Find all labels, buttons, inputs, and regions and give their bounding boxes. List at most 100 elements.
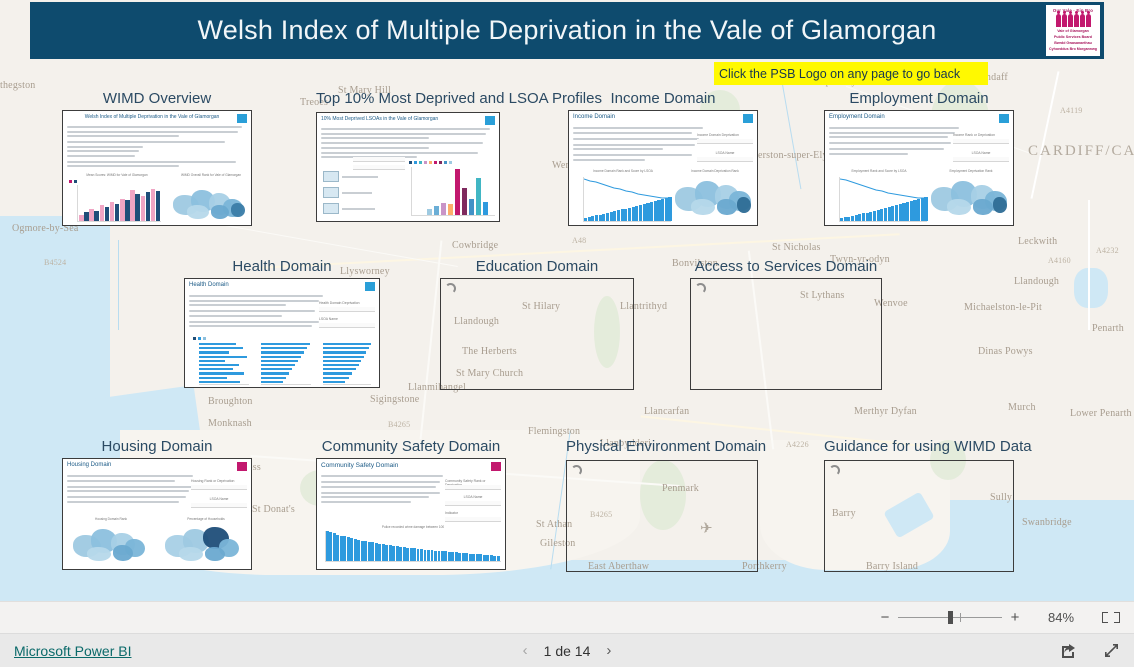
zoom-slider-thumb[interactable]: [947, 611, 953, 624]
mini-logo-icon: [999, 114, 1009, 123]
profile-map-icon: [323, 203, 339, 214]
mini-dropdown[interactable]: [319, 323, 375, 328]
mini-text-line: [67, 496, 186, 498]
mini-dropdown[interactable]: [953, 157, 1009, 162]
tile-thumbnail[interactable]: Income Domain Income Domain Deprivation …: [568, 110, 758, 226]
mini-text-line: [573, 127, 703, 129]
tile-thumbnail[interactable]: Community Safety Domain Community Safety…: [316, 458, 506, 570]
mini-logo-icon: [237, 462, 247, 471]
mini-dropdown[interactable]: [353, 157, 405, 162]
profile-label: [342, 175, 378, 178]
zoom-slider[interactable]: [898, 611, 1002, 624]
choropleth-map: [929, 177, 1011, 221]
list-item[interactable]: [323, 171, 378, 182]
mini-text-line: [321, 485, 437, 488]
power-bi-report-viewer: ✈ CARDIFF/CAERDYDDthegstonOgmore-by-SeaS…: [0, 0, 1134, 667]
mini-text-line: [573, 131, 692, 134]
tile-thumbnail[interactable]: Welsh Index of Multiple Deprivation in t…: [62, 110, 252, 226]
income-bar-chart: [584, 197, 672, 221]
callout-text: Click the PSB Logo on any page to go bac…: [719, 66, 961, 81]
psb-logo-figures: [1055, 11, 1091, 27]
tile-title: Physical Environment Domain: [566, 438, 767, 455]
mini-report: Community Safety Domain Community Safety…: [317, 459, 505, 569]
mini-dropdown[interactable]: [191, 503, 247, 508]
share-icon[interactable]: [1060, 642, 1077, 659]
mini-text-line: [189, 320, 320, 323]
psb-logo[interactable]: Our Vale · Ein Bro Vale of Glamorgan Pub…: [1046, 5, 1100, 56]
map-label: Broughton: [208, 396, 253, 407]
mini-dropdown[interactable]: [953, 139, 1009, 144]
mini-dropdown[interactable]: [697, 157, 753, 162]
mini-text-line: [67, 475, 193, 477]
map-label: A4226: [786, 440, 809, 449]
mini-report: 10% Most Deprived LSOAs in the Vale of G…: [317, 113, 499, 221]
mini-text-line: [321, 151, 478, 154]
mini-report-title: Income Domain: [573, 114, 616, 120]
tile-title: Guidance for using WIMD Data: [824, 438, 1032, 455]
report-canvas[interactable]: ✈ CARDIFF/CAERDYDDthegstonOgmore-by-SeaS…: [0, 0, 1134, 601]
zoom-percentage: 84%: [1047, 610, 1075, 625]
mini-dropdown[interactable]: [191, 485, 247, 490]
cardiff-bay-water: [1074, 268, 1108, 308]
next-page-button[interactable]: ›: [606, 642, 611, 659]
page-title: Welsh Index of Multiple Deprivation in t…: [197, 15, 937, 45]
zoom-out-button[interactable]: −: [876, 610, 894, 625]
mini-dropdown[interactable]: [445, 501, 501, 506]
mini-map-title: Employment Deprivation Rank: [949, 169, 993, 173]
psb-logo-line-2: Public Services Board: [1054, 34, 1092, 39]
mini-dropdown[interactable]: [445, 485, 501, 490]
road-local-1: [419, 240, 443, 440]
chart-y-axis: [77, 185, 78, 221]
mini-text-line: [829, 131, 955, 134]
report-header: Welsh Index of Multiple Deprivation in t…: [30, 2, 1104, 59]
map-label: thegston: [0, 80, 36, 91]
mini-chart-legend: [193, 337, 206, 340]
page-navigation: ‹ 1 de 14 ›: [523, 642, 612, 659]
choropleth-map: [171, 187, 249, 221]
mini-dropdown-label: LSOA Name: [715, 151, 735, 155]
mini-map-title: Percentage of Households: [187, 517, 225, 521]
map-label: Murch: [1008, 402, 1036, 413]
mini-dropdown-label: Income Domain Deprivation: [697, 133, 739, 137]
tile-thumbnail[interactable]: [690, 278, 882, 390]
tile-thumbnail[interactable]: [824, 460, 1014, 572]
fullscreen-icon[interactable]: [1103, 642, 1120, 659]
loading-spinner-icon: [571, 465, 582, 476]
map-label: Merthyr Dyfan: [854, 406, 917, 417]
mini-report-title: Community Safety Domain: [321, 462, 399, 469]
road-a4232: [1088, 200, 1090, 330]
chart-x-axis: [839, 221, 927, 222]
mini-dropdown[interactable]: [353, 165, 405, 170]
tile-thumbnail[interactable]: Employment Domain Income Rank or Depriva…: [824, 110, 1014, 226]
zoom-in-button[interactable]: +: [1006, 610, 1024, 625]
tile-thumbnail[interactable]: Housing Domain Housing Rank or Deprivati…: [62, 458, 252, 570]
mini-map-title: WIMD Overall Rank for Vale of Glamorgan: [181, 173, 241, 177]
map-label: Swanbridge: [1022, 517, 1072, 528]
tile-thumbnail[interactable]: 10% Most Deprived LSOAs in the Vale of G…: [316, 112, 500, 222]
power-bi-link[interactable]: Microsoft Power BI: [14, 643, 131, 659]
mini-dropdown[interactable]: [319, 307, 375, 312]
map-label: St Donat's: [252, 504, 295, 515]
mini-text-line: [67, 160, 237, 163]
mini-text-line: [321, 142, 483, 144]
tile-thumbnail[interactable]: [440, 278, 634, 390]
list-item[interactable]: [323, 203, 378, 214]
mini-dropdown[interactable]: [697, 139, 753, 144]
map-label: Llancarfan: [644, 406, 690, 417]
previous-page-button[interactable]: ‹: [523, 642, 528, 659]
chart-x-axis: [77, 221, 161, 222]
figure-icon: [1079, 11, 1085, 27]
river-ogmore: [118, 240, 119, 330]
mini-dropdown[interactable]: [445, 517, 501, 522]
health-hbar-chart-3: [323, 343, 371, 383]
fit-to-page-icon[interactable]: [1100, 610, 1122, 625]
mini-text-line: [67, 130, 238, 133]
mini-dropdown-label: LSOA Name: [319, 317, 338, 321]
tile-title: Employment Domain: [849, 90, 989, 107]
tile-thumbnail[interactable]: Health Domain Health Domain Deprivation …: [184, 278, 380, 388]
mini-report-title: Health Domain: [189, 282, 229, 288]
mini-report-header: Welsh Index of Multiple Deprivation in t…: [67, 114, 247, 123]
mini-text-line: [321, 146, 429, 149]
tile-thumbnail[interactable]: [566, 460, 758, 572]
list-item[interactable]: [323, 187, 378, 198]
